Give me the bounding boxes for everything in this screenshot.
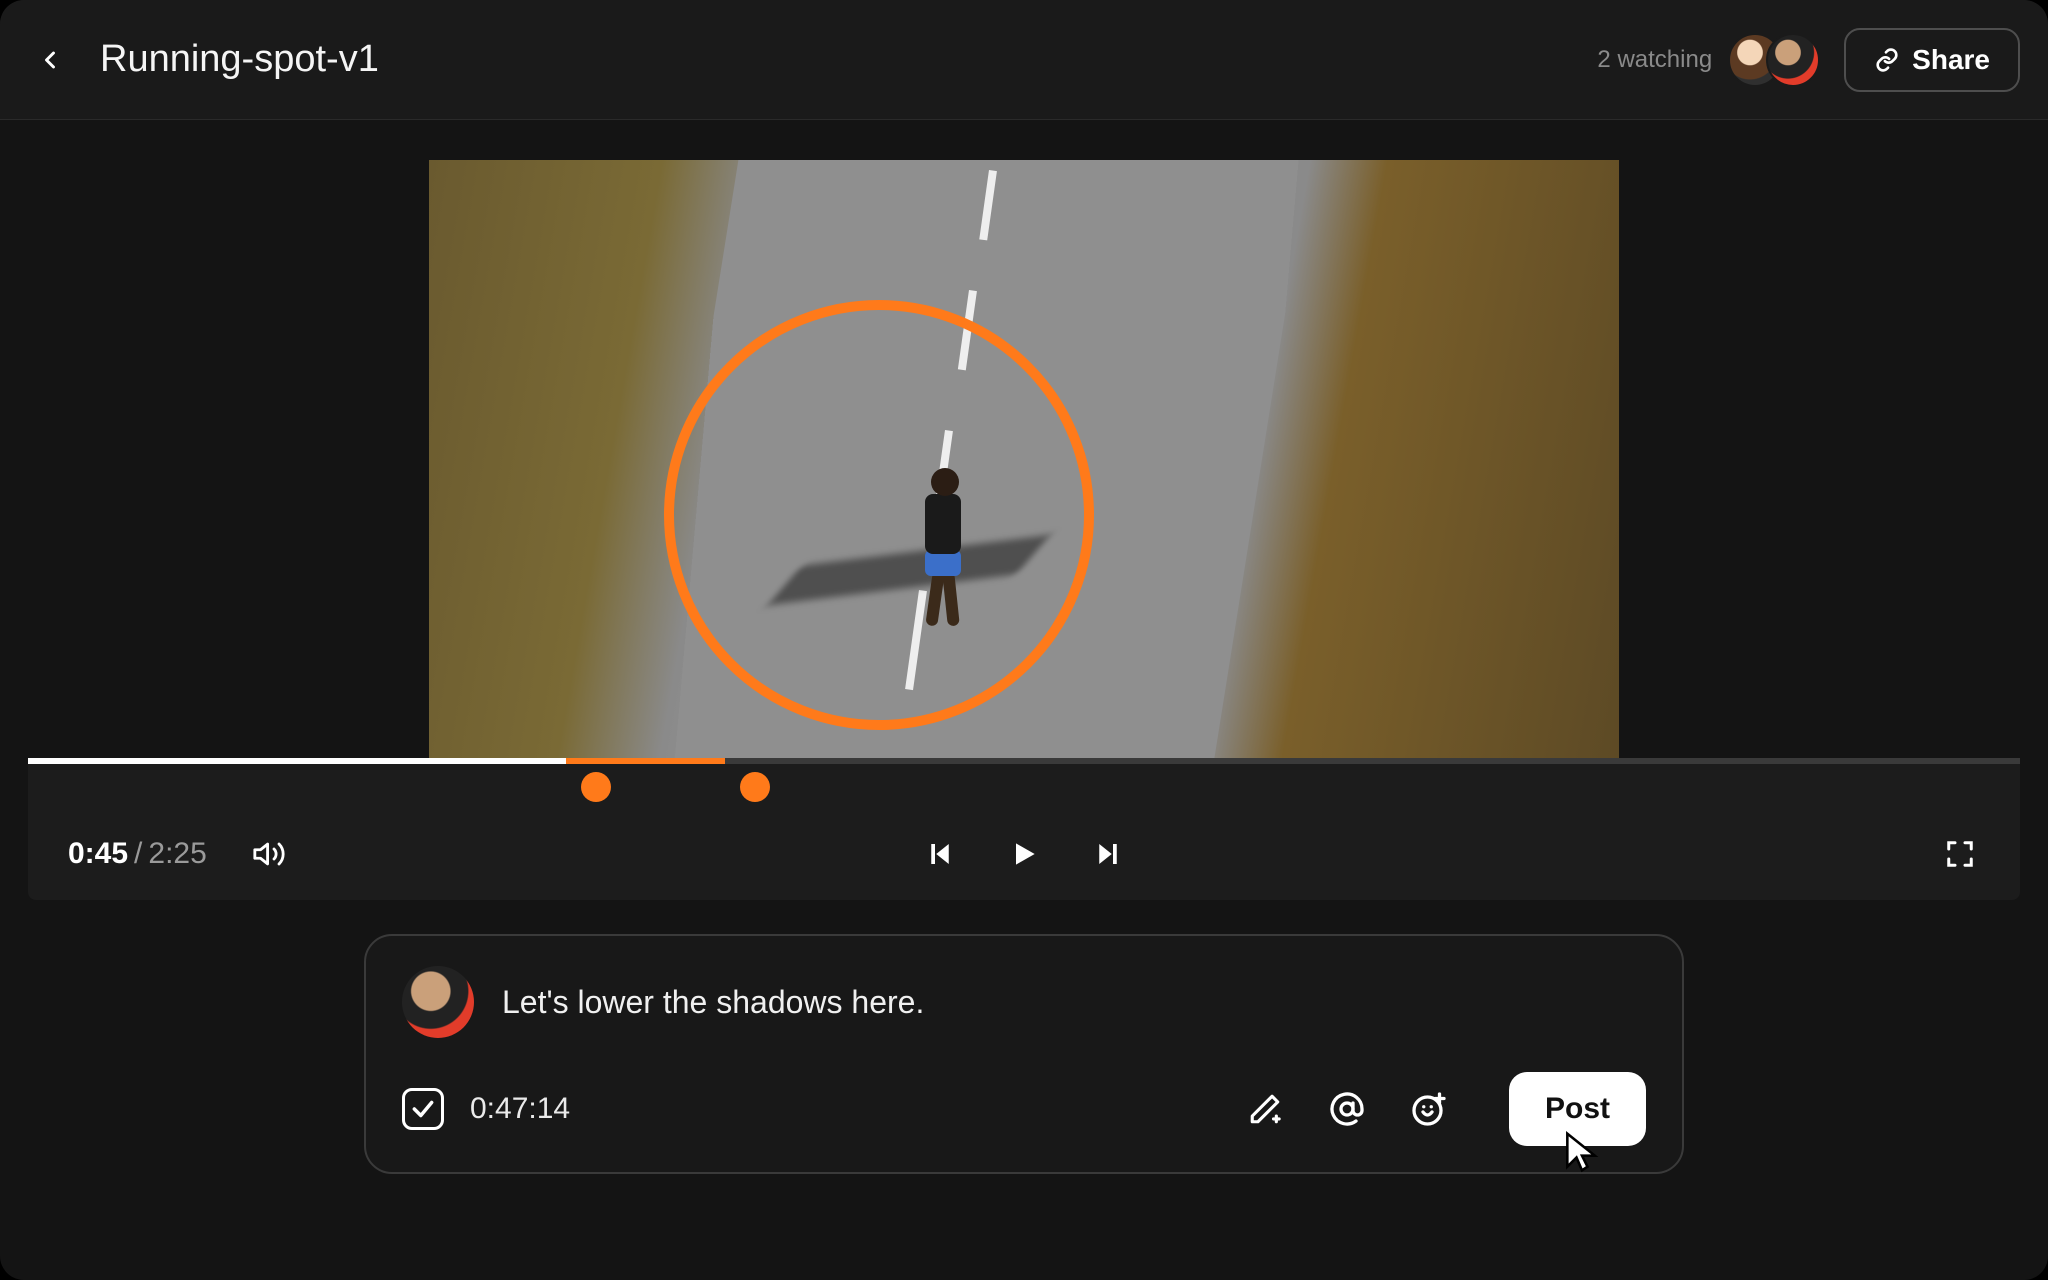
transport-controls — [920, 834, 1128, 874]
avatar — [1766, 33, 1820, 87]
pencil-icon — [1248, 1092, 1282, 1126]
step-back-button[interactable] — [920, 834, 960, 874]
mention-button[interactable] — [1323, 1085, 1371, 1133]
step-forward-button[interactable] — [1088, 834, 1128, 874]
presence-avatars[interactable] — [1728, 33, 1820, 87]
watching-count: 2 watching — [1597, 46, 1712, 74]
comment-input[interactable]: Let's lower the shadows here. — [502, 984, 924, 1021]
time-total: 2:25 — [148, 837, 206, 871]
comment-footer: 0:47:14 Post — [402, 1072, 1646, 1146]
comment-author-avatar — [402, 966, 474, 1038]
check-icon — [410, 1096, 436, 1122]
time-current: 0:45 — [68, 837, 128, 871]
timecode-checkbox[interactable] — [402, 1088, 444, 1130]
app-window: Running-spot-v1 2 watching Share — [0, 0, 2048, 1280]
back-button[interactable] — [28, 38, 72, 82]
fullscreen-icon — [1945, 839, 1975, 869]
share-label: Share — [1912, 44, 1990, 76]
post-label: Post — [1545, 1092, 1610, 1125]
share-button[interactable]: Share — [1844, 28, 2020, 92]
volume-icon — [252, 837, 286, 871]
annotation-circle[interactable] — [664, 300, 1094, 730]
post-button[interactable]: Post — [1509, 1072, 1646, 1146]
page-title: Running-spot-v1 — [100, 38, 379, 81]
video-frame[interactable] — [429, 160, 1619, 758]
step-back-icon — [925, 839, 955, 869]
video-viewport — [0, 120, 2048, 758]
comment-row: Let's lower the shadows here. — [402, 966, 1646, 1038]
comment-tools — [1241, 1085, 1453, 1133]
play-icon — [1008, 838, 1040, 870]
controls-row: 0:45 / 2:25 — [28, 808, 2020, 900]
volume-button[interactable] — [249, 834, 289, 874]
play-button[interactable] — [1004, 834, 1044, 874]
chevron-left-icon — [36, 46, 64, 74]
timeline-marker[interactable] — [740, 772, 770, 802]
at-sign-icon — [1329, 1091, 1365, 1127]
comment-panel: Let's lower the shadows here. 0:47:14 — [364, 934, 1684, 1174]
time-separator: / — [134, 837, 142, 871]
comment-area: Let's lower the shadows here. 0:47:14 — [0, 934, 2048, 1174]
link-icon — [1874, 47, 1900, 73]
emoji-button[interactable] — [1405, 1085, 1453, 1133]
fullscreen-button[interactable] — [1940, 834, 1980, 874]
draw-annotation-button[interactable] — [1241, 1085, 1289, 1133]
header-bar: Running-spot-v1 2 watching Share — [0, 0, 2048, 120]
emoji-plus-icon — [1411, 1091, 1447, 1127]
player-controls: 0:45 / 2:25 — [28, 758, 2020, 900]
timeline-markers — [28, 764, 2020, 808]
step-forward-icon — [1093, 839, 1123, 869]
comment-timecode: 0:47:14 — [470, 1092, 570, 1126]
timeline-marker[interactable] — [581, 772, 611, 802]
